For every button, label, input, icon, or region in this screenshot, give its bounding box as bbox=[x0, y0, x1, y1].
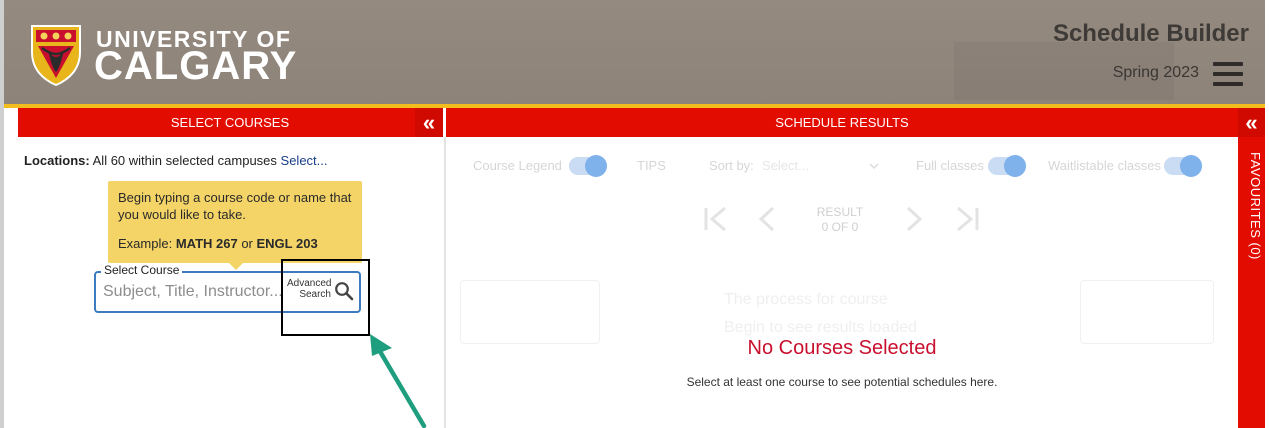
term-selector[interactable]: Spring 2023 bbox=[1113, 64, 1199, 82]
collapse-left-panel-button[interactable]: « bbox=[415, 108, 443, 137]
university-logo[interactable]: UNIVERSITY OF CALGARY bbox=[26, 22, 386, 88]
course-hint-tooltip: Begin typing a course code or name that … bbox=[108, 181, 362, 263]
university-name-line2: CALGARY bbox=[94, 44, 298, 88]
sort-by-label: Sort by: bbox=[709, 158, 754, 173]
empty-state-subtitle: Select at least one course to see potent… bbox=[686, 375, 998, 389]
hamburger-menu-icon[interactable] bbox=[1213, 62, 1243, 86]
tooltip-text: Begin typing a course code or name that … bbox=[118, 190, 352, 222]
result-indicator: RESULT 0 OF 0 bbox=[815, 205, 865, 235]
annotation-highlight-box bbox=[281, 259, 370, 336]
tooltip-example-or: or bbox=[237, 236, 257, 251]
locations-row: Locations: All 60 within selected campus… bbox=[24, 153, 328, 168]
app-window: UNIVERSITY OF CALGARY Schedule Builder S… bbox=[0, 0, 1269, 428]
course-legend-label: Course Legend bbox=[473, 158, 562, 173]
tooltip-pointer bbox=[228, 262, 244, 270]
ghost-text-line1: The process for course bbox=[724, 291, 888, 308]
chevron-left-icon[interactable] bbox=[757, 206, 777, 232]
tooltip-example: Example: MATH 267 or ENGL 203 bbox=[118, 235, 352, 252]
waitlistable-classes-toggle[interactable] bbox=[1164, 155, 1202, 177]
tips-link[interactable]: TIPS bbox=[637, 158, 666, 173]
select-courses-bar: SELECT COURSES bbox=[18, 108, 442, 137]
university-crest-icon bbox=[31, 25, 81, 86]
ghost-card-right bbox=[1080, 280, 1214, 344]
schedule-results-title: SCHEDULE RESULTS bbox=[775, 115, 909, 130]
first-page-icon[interactable] bbox=[703, 206, 729, 232]
favourites-label[interactable]: FAVOURITES (0) bbox=[1241, 152, 1263, 272]
course-legend-toggle[interactable] bbox=[569, 155, 607, 177]
chevron-down-icon[interactable] bbox=[868, 161, 880, 171]
double-chevron-left-icon: « bbox=[422, 109, 436, 135]
locations-select-link[interactable]: Select... bbox=[281, 153, 328, 168]
annotation-arrow-icon bbox=[370, 334, 427, 428]
last-page-icon[interactable] bbox=[954, 206, 980, 232]
tooltip-example-code2: ENGL 203 bbox=[256, 236, 318, 251]
full-classes-label: Full classes bbox=[916, 158, 984, 173]
app-title: Schedule Builder bbox=[1052, 20, 1249, 47]
empty-state-title: No Courses Selected bbox=[747, 337, 937, 359]
ghost-text-line2: Begin to see results loaded bbox=[724, 319, 918, 336]
collapse-favourites-button[interactable]: « bbox=[1238, 108, 1265, 137]
locations-value: All 60 within selected campuses bbox=[92, 153, 277, 168]
waitlistable-classes-label: Waitlistable classes bbox=[1048, 158, 1161, 173]
locations-label: Locations: bbox=[24, 153, 90, 168]
full-classes-toggle[interactable] bbox=[988, 155, 1026, 177]
sort-by-select[interactable]: Select... bbox=[762, 158, 809, 173]
course-search-input[interactable] bbox=[103, 281, 281, 303]
select-courses-title: SELECT COURSES bbox=[170, 115, 290, 130]
result-count: 0 OF 0 bbox=[821, 220, 859, 234]
chevron-right-icon[interactable] bbox=[904, 206, 924, 232]
double-chevron-left-icon: « bbox=[1245, 109, 1258, 135]
schedule-results-bar: SCHEDULE RESULTS bbox=[446, 108, 1238, 137]
site-header: UNIVERSITY OF CALGARY Schedule Builder S… bbox=[4, 0, 1265, 104]
select-course-legend: Select Course bbox=[101, 263, 183, 277]
tooltip-example-prefix: Example: bbox=[118, 236, 176, 251]
tooltip-example-code1: MATH 267 bbox=[175, 236, 238, 251]
result-label: RESULT bbox=[816, 205, 864, 219]
ghost-card-left bbox=[460, 280, 600, 344]
